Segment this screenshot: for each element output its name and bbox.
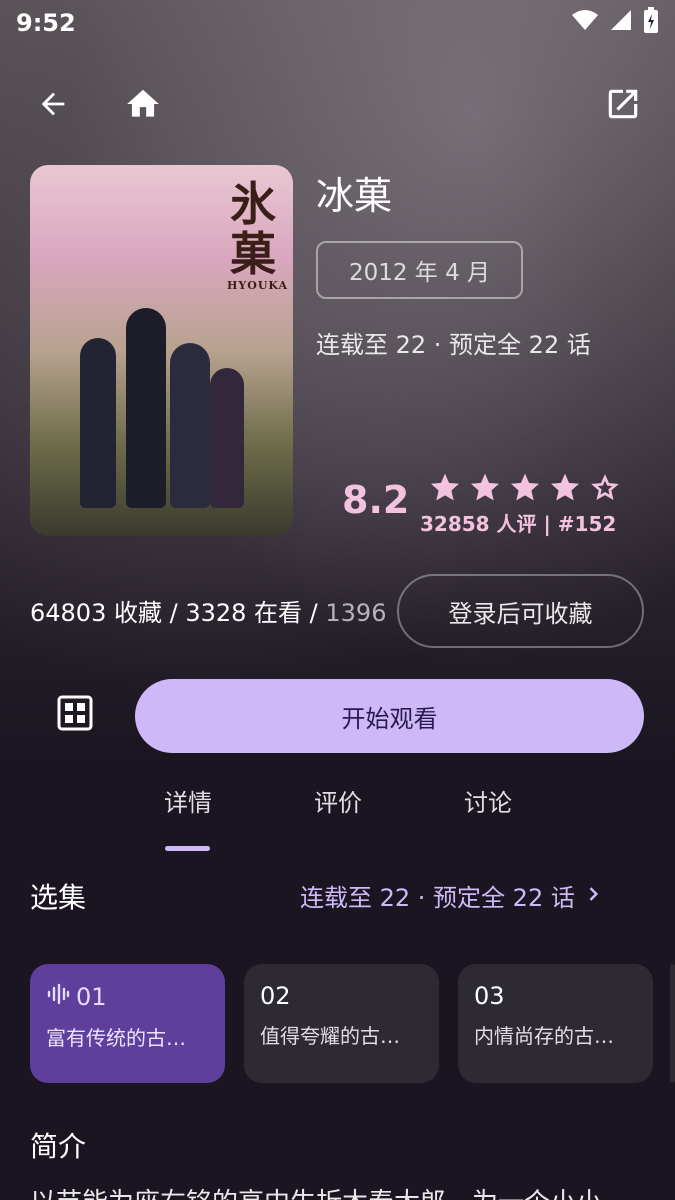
serial-info: 连载至 22 · 预定全 22 话: [316, 331, 591, 359]
grid-icon: [57, 695, 93, 735]
tab-discussion[interactable]: 讨论: [413, 783, 563, 818]
home-icon: [124, 85, 162, 127]
toolbar: [0, 78, 675, 134]
poster-figure: [126, 308, 166, 508]
audio-wave-icon: [46, 982, 70, 1012]
synopsis-section-title: 简介: [30, 1130, 87, 1163]
episode-title: 富有传统的古…: [46, 1026, 186, 1050]
episodes-link-text: 连载至 22 · 预定全 22 话: [300, 884, 575, 912]
episode-number: 03: [474, 982, 505, 1010]
anime-title: 冰菓: [316, 174, 393, 218]
start-watching-button[interactable]: 开始观看: [135, 679, 644, 753]
chevron-right-icon: [583, 882, 603, 910]
status-bar: 9:52: [0, 0, 675, 46]
tab-details[interactable]: 详情: [113, 783, 263, 818]
poster-image[interactable]: 氷菓 HYOUKA: [30, 165, 293, 536]
episodes-more-link[interactable]: 连载至 22 · 预定全 22 话: [300, 878, 603, 913]
star-rating: [426, 468, 623, 505]
synopsis-text: 以节能为座右铭的高中生折木奉太郎，为一个小小: [30, 1182, 650, 1200]
status-time: 9:52: [16, 9, 76, 37]
poster-title-art: 氷菓 HYOUKA: [227, 177, 289, 292]
score-value: 8.2: [342, 478, 410, 522]
tab-reviews[interactable]: 评价: [263, 783, 413, 818]
collection-counts: 64803 收藏 / 3328 在看 /: [30, 599, 318, 627]
episodes-section-title: 选集: [30, 881, 87, 914]
active-tab-indicator: [165, 846, 210, 851]
login-to-collect-button[interactable]: 登录后可收藏: [397, 574, 644, 648]
episode-card[interactable]: 01 富有传统的古…: [30, 964, 225, 1083]
air-date-chip[interactable]: 2012 年 4 月: [316, 241, 523, 299]
battery-icon: [643, 7, 659, 39]
home-button[interactable]: [115, 78, 171, 134]
episode-title: 内情尚存的古…: [474, 1024, 614, 1048]
back-button[interactable]: [25, 78, 81, 134]
star-outline-icon: [586, 468, 623, 505]
episode-card[interactable]: 02 值得夸耀的古…: [244, 964, 439, 1083]
poster-figure: [170, 343, 210, 508]
episode-card-partial[interactable]: [670, 964, 675, 1083]
star-filled-icon: [466, 468, 503, 505]
poster-figure: [80, 338, 116, 508]
rating-count-rank: 32858 人评 | #152: [420, 512, 617, 536]
back-arrow-icon: [36, 87, 70, 125]
collection-counts-dim: 1396: [317, 599, 387, 627]
wifi-icon: [571, 8, 599, 38]
open-in-new-icon: [604, 85, 642, 127]
poster-figure: [210, 368, 244, 508]
open-external-button[interactable]: [595, 78, 651, 134]
detail-tabs: 详情 评价 讨论: [0, 783, 675, 853]
episode-card[interactable]: 03 内情尚存的古…: [458, 964, 653, 1083]
star-filled-icon: [426, 468, 463, 505]
star-filled-icon: [546, 468, 583, 505]
collection-stats: 64803 收藏 / 3328 在看 / 1396: [30, 593, 394, 628]
signal-icon: [609, 8, 633, 38]
episode-number: 02: [260, 982, 291, 1010]
star-filled-icon: [506, 468, 543, 505]
episode-title: 值得夸耀的古…: [260, 1024, 400, 1048]
episode-grid-button[interactable]: [50, 690, 100, 740]
episode-number: 01: [76, 983, 107, 1011]
